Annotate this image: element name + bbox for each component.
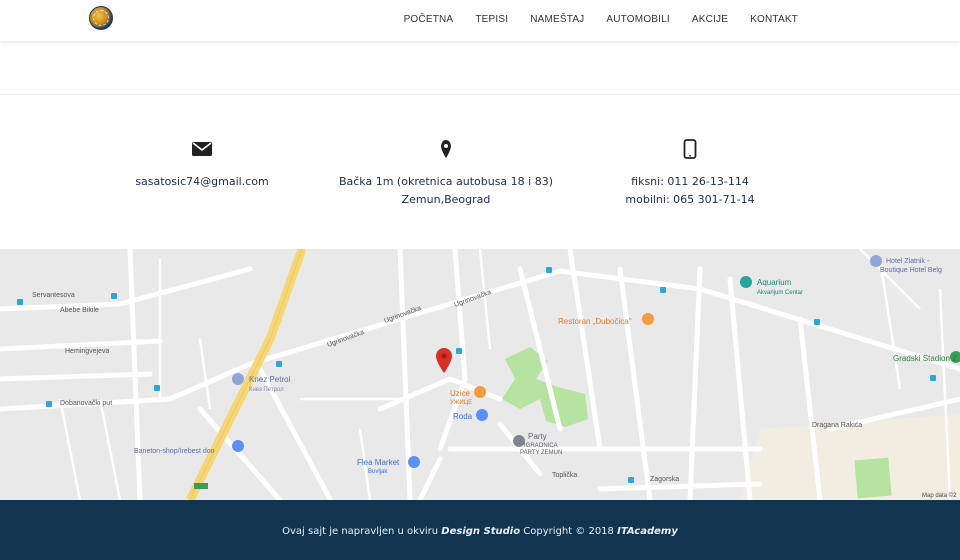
map-canvas[interactable]: Servantesova Abebe Bikile Hemingvejeva D…: [0, 249, 960, 500]
map-poi-label: Baneton-shop/Irebest doo: [134, 448, 215, 455]
site-footer: Ovaj sajt je napravljen u okviru Design …: [0, 500, 960, 560]
map-poi-label: Party: [528, 432, 547, 441]
map-poi-label: Hotel Zlatnik -: [886, 258, 930, 265]
shopping-icon[interactable]: [232, 440, 244, 452]
aquarium-icon[interactable]: [740, 276, 752, 288]
logo-icon[interactable]: [89, 6, 113, 30]
map-label: Hemingvejeva: [65, 348, 109, 355]
footer-credit: Ovaj sajt je napravljen u okviru Design …: [0, 526, 960, 537]
nav-namestaj[interactable]: NAMEŠTAJ: [530, 14, 584, 25]
map-label: Servantesova: [32, 292, 75, 299]
footer-studio: Design Studio: [441, 526, 521, 537]
spacer-band: [0, 41, 960, 95]
map-poi-label: Restoran „Dubočica": [558, 317, 632, 326]
google-map[interactable]: Servantesova Abebe Bikile Hemingvejeva D…: [0, 249, 960, 500]
nav-pocetna[interactable]: POČETNA: [404, 14, 454, 25]
footer-prefix: Ovaj sajt je napravljen u okviru: [282, 526, 442, 537]
main-nav: POČETNA TEPISI NAMEŠTAJ AUTOMOBILI AKCIJ…: [404, 0, 798, 38]
contact-phone: fiksni: 011 26-13-114 mobilni: 065 301-7…: [570, 95, 810, 209]
map-marker-icon: [441, 140, 451, 158]
nav-tepisi[interactable]: TEPISI: [475, 14, 508, 25]
address-line2: Zemun,Beograd: [401, 193, 491, 206]
map-data-attribution[interactable]: Map data ©2: [922, 492, 957, 499]
map-poi-label: Buvljak: [368, 469, 388, 475]
footer-copyright: Copyright © 2018: [520, 526, 618, 537]
map-poi-label: Кнез Петрол: [249, 387, 284, 393]
email-text[interactable]: sasatosic74@gmail.com: [82, 173, 322, 191]
map-label: Zagorska: [650, 476, 679, 483]
map-poi-label: Gradski Stadion Z: [893, 354, 957, 363]
restaurant-icon[interactable]: [642, 313, 654, 325]
shopping-icon[interactable]: [408, 456, 420, 468]
contact-email: sasatosic74@gmail.com: [82, 95, 322, 191]
contact-section: sasatosic74@gmail.com Bačka 1m (okretnic…: [0, 95, 960, 249]
map-label: Dobanovački put: [60, 400, 112, 407]
address-line1: Bačka 1m (okretnica autobusa 18 i 83): [338, 175, 554, 188]
map-poi-label: Roda: [453, 412, 473, 421]
contact-address: Bačka 1m (okretnica autobusa 18 i 83) Ze…: [326, 95, 566, 209]
map-label: Dragana Rakića: [812, 422, 862, 429]
map-label: Toplička: [552, 472, 577, 479]
phone-fixed[interactable]: fiksni: 011 26-13-114: [570, 173, 810, 191]
gas-station-icon[interactable]: [232, 373, 244, 385]
map-poi-label: Knez Petrol: [249, 375, 291, 384]
map-poi-label: Akvarijum Centar: [757, 290, 803, 296]
map-label: Abebe Bikile: [60, 307, 99, 314]
phone-mobile[interactable]: mobilni: 065 301-71-14: [570, 191, 810, 209]
site-header: POČETNA TEPISI NAMEŠTAJ AUTOMOBILI AKCIJ…: [0, 0, 960, 41]
map-poi-label: Boutique Hotel Belg: [880, 267, 942, 274]
nav-automobili[interactable]: AUTOMOBILI: [606, 14, 670, 25]
nav-kontakt[interactable]: KONTAKT: [750, 14, 798, 25]
map-poi-label: Aquarium: [757, 278, 792, 287]
map-poi-label: IGRAONICA: [524, 443, 558, 449]
restaurant-icon[interactable]: [474, 386, 486, 398]
map-poi-label: УЖИЦЕ: [450, 400, 472, 406]
map-poi-label: Uzice: [450, 389, 471, 398]
footer-academy: ITAcademy: [617, 526, 678, 537]
shopping-icon[interactable]: [476, 409, 488, 421]
mobile-phone-icon: [683, 139, 697, 159]
map-poi-label: PARTY ZEMUN: [520, 450, 562, 456]
nav-akcije[interactable]: AKCIJE: [692, 14, 728, 25]
envelope-icon: [192, 142, 212, 156]
hotel-icon[interactable]: [870, 255, 882, 267]
map-poi-label: Flea Market: [357, 458, 400, 467]
